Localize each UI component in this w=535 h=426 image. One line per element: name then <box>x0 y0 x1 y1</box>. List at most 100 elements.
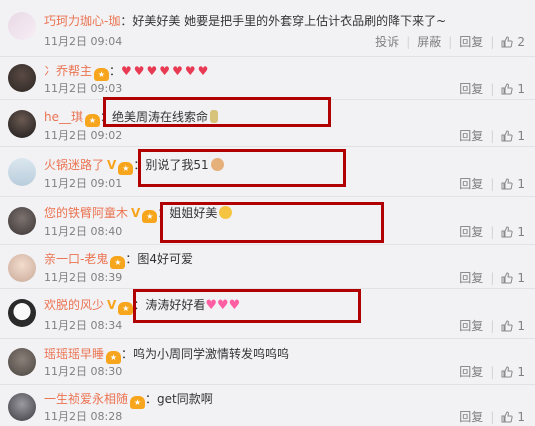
comment-actions: 投诉 | 屏蔽 | 回复 | 2 <box>375 35 525 49</box>
comment-time: 11月2日 09:02 <box>44 129 123 142</box>
reply-button[interactable]: 回复 <box>459 129 483 143</box>
member-badge-icon: ★ <box>130 396 146 409</box>
like-button[interactable]: 1 <box>501 177 525 191</box>
like-button[interactable]: 1 <box>501 271 525 285</box>
annotation-box <box>133 289 361 323</box>
comment-item: 亲一口-老鬼 ★ ：图4好可爱 11月2日 08:39 回复 | 1 <box>0 245 535 289</box>
comment-line: 瑶瑶瑶早睡 ★ ：呜为小周同学激情转发呜呜呜 <box>44 346 289 364</box>
comment-actions: 回复 | 1 <box>459 225 525 239</box>
comment-actions: 回复 | 1 <box>459 271 525 285</box>
divider: | <box>490 35 495 49</box>
divider: | <box>448 35 453 49</box>
member-badge-icon: ★ <box>85 114 100 127</box>
like-count: 1 <box>517 177 525 191</box>
avatar[interactable] <box>8 254 36 282</box>
like-button[interactable]: 1 <box>501 82 525 96</box>
annotation-box <box>103 97 331 127</box>
member-badge-icon: ★ <box>118 162 134 175</box>
avatar[interactable] <box>8 348 36 376</box>
divider: | <box>490 82 495 96</box>
like-button[interactable]: 2 <box>501 35 525 49</box>
reply-button[interactable]: 回复 <box>459 177 483 191</box>
like-count: 1 <box>517 225 525 239</box>
comment-separator: ： <box>109 64 122 78</box>
comment-separator: ： <box>145 392 158 406</box>
comment-line: 冫乔帮主 ★ ：♥♥♥♥♥♥♥ <box>44 63 210 81</box>
like-count: 1 <box>517 365 525 379</box>
verified-v-icon: V <box>107 158 117 172</box>
comment-separator: ： <box>125 252 138 266</box>
member-badge-icon: ★ <box>106 351 122 364</box>
thumbs-up-icon <box>501 130 513 142</box>
comment-time: 11月2日 09:04 <box>44 35 123 48</box>
like-count: 1 <box>517 129 525 143</box>
like-button[interactable]: 1 <box>501 410 525 424</box>
comment-actions: 回复 | 1 <box>459 129 525 143</box>
reply-button[interactable]: 回复 <box>459 410 483 424</box>
avatar[interactable] <box>8 299 36 327</box>
comment-text: 好美好美 她要是把手里的外套穿上估计衣品刷的降下来了~ <box>132 14 447 28</box>
verified-v-icon: V <box>107 298 117 312</box>
username-link[interactable]: 巧珂力珈心-珈 <box>44 14 120 28</box>
comment-actions: 回复 | 1 <box>459 82 525 96</box>
like-button[interactable]: 1 <box>501 225 525 239</box>
comment-time: 11月2日 09:01 <box>44 177 123 190</box>
thumbs-up-icon <box>501 366 513 378</box>
reply-button[interactable]: 回复 <box>459 35 483 49</box>
like-button[interactable]: 1 <box>501 319 525 333</box>
comment-line: 亲一口-老鬼 ★ ：图4好可爱 <box>44 251 193 269</box>
comment-time: 11月2日 08:40 <box>44 225 123 238</box>
username-link[interactable]: 欢脱的风少 <box>44 298 104 312</box>
username-link[interactable]: 火锅迷路了 <box>44 158 104 172</box>
username-link[interactable]: 亲一口-老鬼 <box>44 252 108 266</box>
comment-list: 巧珂力珈心-珈：好美好美 她要是把手里的外套穿上估计衣品刷的降下来了~ 11月2… <box>0 0 535 426</box>
comment-line: 一生祯爱永相随 ★ ：get同款啊 <box>44 391 213 409</box>
reply-button[interactable]: 回复 <box>459 225 483 239</box>
username-link[interactable]: he__琪 <box>44 110 83 124</box>
report-button[interactable]: 投诉 <box>375 35 399 49</box>
block-button[interactable]: 屏蔽 <box>417 35 441 49</box>
reply-button[interactable]: 回复 <box>459 271 483 285</box>
like-count: 1 <box>517 271 525 285</box>
comment-item: 一生祯爱永相随 ★ ：get同款啊 11月2日 08:28 回复 | 1 <box>0 385 535 426</box>
thumbs-up-icon <box>501 83 513 95</box>
divider: | <box>490 225 495 239</box>
avatar[interactable] <box>8 64 36 92</box>
member-badge-icon: ★ <box>94 68 110 81</box>
reply-button[interactable]: 回复 <box>459 319 483 333</box>
divider: | <box>490 319 495 333</box>
divider: | <box>490 365 495 379</box>
like-button[interactable]: 1 <box>501 129 525 143</box>
thumbs-up-icon <box>501 226 513 238</box>
avatar[interactable] <box>8 110 36 138</box>
comment-time: 11月2日 09:03 <box>44 82 123 95</box>
like-count: 1 <box>517 410 525 424</box>
username-link[interactable]: 冫乔帮主 <box>44 64 92 78</box>
username-link[interactable]: 瑶瑶瑶早睡 <box>44 347 104 361</box>
username-link[interactable]: 一生祯爱永相随 <box>44 392 128 406</box>
avatar[interactable] <box>8 12 36 40</box>
annotation-box <box>138 149 346 187</box>
comment-text: 图4好可爱 <box>137 252 193 266</box>
comment-line: 巧珂力珈心-珈：好美好美 她要是把手里的外套穿上估计衣品刷的降下来了~ <box>44 13 446 29</box>
comment-actions: 回复 | 1 <box>459 410 525 424</box>
like-count: 1 <box>517 82 525 96</box>
divider: | <box>490 271 495 285</box>
comment-separator: ： <box>120 14 133 28</box>
username-link[interactable]: 您的铁臂阿童木 <box>44 206 128 220</box>
member-badge-icon: ★ <box>118 302 134 315</box>
thumbs-up-icon <box>501 36 513 48</box>
reply-button[interactable]: 回复 <box>459 82 483 96</box>
reply-button[interactable]: 回复 <box>459 365 483 379</box>
like-button[interactable]: 1 <box>501 365 525 379</box>
thumbs-up-icon <box>501 411 513 423</box>
avatar[interactable] <box>8 393 36 421</box>
divider: | <box>406 35 411 49</box>
divider: | <box>490 177 495 191</box>
thumbs-up-icon <box>501 272 513 284</box>
avatar[interactable] <box>8 207 36 235</box>
comment-time: 11月2日 08:39 <box>44 271 123 284</box>
avatar[interactable] <box>8 158 36 186</box>
divider: | <box>490 410 495 424</box>
broken-heart-emoji-icons: ♥♥♥♥♥♥♥ <box>121 64 211 78</box>
